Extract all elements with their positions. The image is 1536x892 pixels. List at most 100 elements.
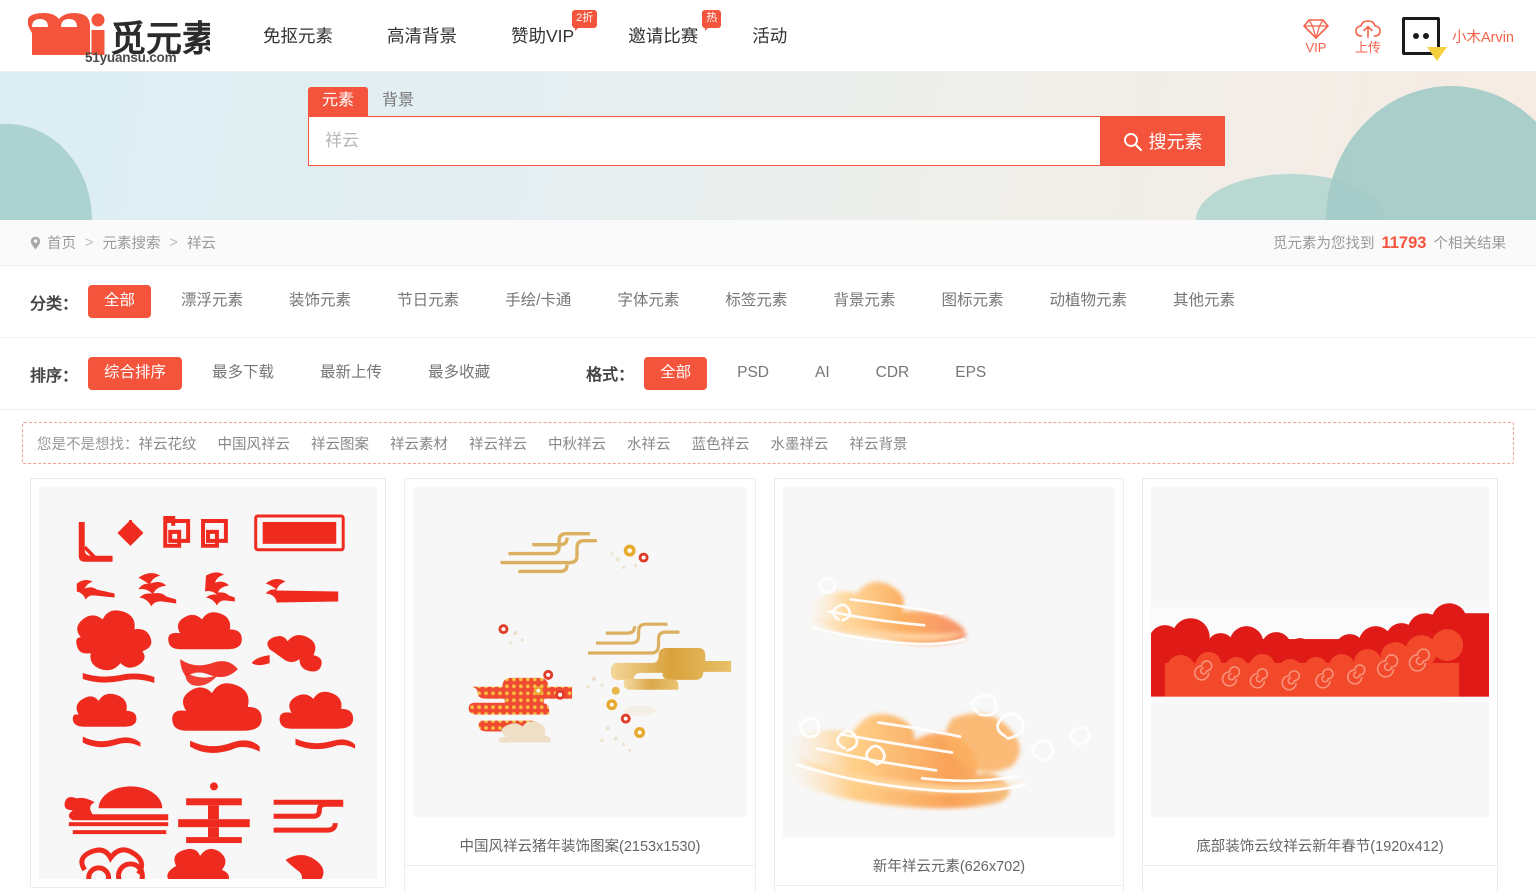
breadcrumb-current: 祥云 — [186, 236, 216, 252]
location-pin-icon — [30, 236, 41, 249]
user-account[interactable]: 小木Arvin — [1401, 17, 1514, 61]
upload-button[interactable]: 上传 — [1342, 19, 1394, 54]
format-option-cdr[interactable]: CDR — [860, 357, 926, 389]
nav-item-2[interactable]: 赞助VIP 2折 — [484, 0, 601, 72]
diamond-icon — [1302, 18, 1329, 39]
avatar[interactable] — [1401, 17, 1447, 61]
gold-red-cloud-image — [413, 487, 747, 817]
category-option-background[interactable]: 背景元素 — [817, 285, 911, 317]
format-option-all[interactable]: 全部 — [644, 357, 708, 390]
category-option-label: 装饰元素 — [289, 292, 352, 310]
result-thumbnail[interactable] — [413, 487, 747, 817]
sort-filter-options: 综合排序 最多下载 最新上传 最多收藏 — [88, 357, 520, 390]
search-tab-element[interactable]: 元素 — [308, 87, 369, 116]
format-option-eps[interactable]: EPS — [939, 357, 1002, 389]
nav-item-label: 邀请比赛 — [628, 25, 699, 46]
result-thumbnail[interactable] — [783, 487, 1115, 837]
search-submit-button[interactable]: 搜元素 — [1100, 116, 1225, 166]
category-option-label: 标签元素 — [725, 292, 788, 310]
avatar-eye-right — [1422, 33, 1429, 39]
search-tab-background[interactable]: 背景 — [368, 87, 428, 116]
category-option-festival[interactable]: 节日元素 — [381, 285, 475, 317]
category-option-icon[interactable]: 图标元素 — [925, 285, 1019, 317]
search-type-tabs: 元素 背景 — [308, 72, 1225, 116]
suggestions-bar: 您是不是想找： 祥云花纹 中国风祥云 祥云图案 祥云素材 祥云祥云 中秋祥云 水… — [22, 422, 1514, 464]
category-option-font[interactable]: 字体元素 — [601, 285, 695, 317]
format-filter-options: 全部 PSD AI CDR EPS — [644, 357, 1016, 390]
suggestion-5[interactable]: 中秋祥云 — [548, 433, 606, 454]
search-input-row: 搜元素 — [308, 116, 1225, 166]
nav-item-label: 赞助VIP — [511, 25, 575, 46]
nav-badge-discount: 2折 — [572, 9, 598, 31]
search-tab-label: 背景 — [382, 92, 415, 109]
suggestion-7[interactable]: 蓝色祥云 — [692, 433, 750, 454]
category-option-label: 背景元素 — [833, 292, 896, 310]
category-option-handdrawn[interactable]: 手绘/卡通 — [489, 285, 587, 317]
category-option-label-element[interactable]: 标签元素 — [709, 285, 803, 317]
suggestion-3[interactable]: 祥云素材 — [390, 433, 448, 454]
sort-option-comprehensive[interactable]: 综合排序 — [88, 357, 183, 390]
sort-format-filter-row: 排序： 综合排序 最多下载 最新上传 最多收藏 格式： 全部 PSD AI CD… — [0, 338, 1536, 410]
search-block: 元素 背景 搜元素 — [308, 72, 1225, 166]
result-card[interactable]: 中国风祥云猪年装饰图案(2153x1530) — [404, 478, 756, 892]
nav-item-label: 免抠元素 — [263, 25, 333, 46]
nav-item-1[interactable]: 高清背景 — [360, 0, 484, 72]
category-option-label: 漂浮元素 — [181, 292, 244, 310]
site-logo[interactable]: 觅元素 51yuansu.com — [28, 8, 210, 65]
nav-item-3[interactable]: 邀请比赛 热 — [601, 0, 725, 72]
category-option-label: 图标元素 — [941, 292, 1004, 310]
nav-item-label: 活动 — [752, 25, 788, 46]
result-card[interactable]: 底部装饰云纹祥云新年春节(1920x412) — [1142, 478, 1498, 892]
primary-nav-items: 免抠元素 高清背景 赞助VIP 2折 邀请比赛 热 活动 — [236, 0, 814, 72]
red-chinese-cloud-set-image — [39, 488, 377, 879]
category-option-other[interactable]: 其他元素 — [1157, 285, 1251, 317]
format-option-label: AI — [814, 364, 830, 382]
result-card[interactable]: 新年祥云元素(626x702) — [774, 478, 1124, 892]
result-card-title: 新年祥云元素(626x702) — [775, 845, 1123, 886]
suggestion-2[interactable]: 祥云图案 — [311, 433, 369, 454]
result-card-title: 中国风祥云猪年装饰图案(2153x1530) — [405, 825, 755, 866]
suggestion-1[interactable]: 中国风祥云 — [218, 433, 291, 454]
result-thumbnail[interactable] — [1151, 487, 1489, 817]
category-option-all[interactable]: 全部 — [88, 285, 152, 318]
format-option-label: PSD — [737, 364, 769, 382]
result-card-title: 底部装饰云纹祥云新年春节(1920x412) — [1143, 825, 1497, 866]
format-filter-group: 格式： 全部 PSD AI CDR EPS — [586, 357, 1016, 390]
breadcrumb-home[interactable]: 首页 — [47, 232, 76, 253]
format-option-psd[interactable]: PSD — [721, 357, 785, 389]
search-tab-label: 元素 — [322, 92, 355, 109]
result-count-prefix: 觅元素为您找到 — [1272, 236, 1375, 252]
category-option-floating[interactable]: 漂浮元素 — [165, 285, 259, 317]
suggestion-8[interactable]: 水墨祥云 — [771, 433, 829, 454]
category-option-label: 字体元素 — [617, 292, 680, 310]
format-option-label: CDR — [875, 364, 910, 382]
category-filter-row: 分类： 全部 漂浮元素 装饰元素 节日元素 手绘/卡通 字体元素 标签元素 背景… — [0, 266, 1536, 338]
category-filter-label: 分类： — [30, 295, 79, 313]
result-card-meta — [775, 886, 1123, 892]
suggestion-6[interactable]: 水祥云 — [627, 433, 671, 454]
result-thumbnail[interactable] — [39, 487, 377, 879]
category-option-animal-plant[interactable]: 动植物元素 — [1033, 285, 1143, 317]
sort-option-most-favorited[interactable]: 最多收藏 — [412, 357, 506, 389]
format-option-label: 全部 — [660, 364, 692, 382]
sort-option-label: 综合排序 — [104, 364, 167, 382]
sort-option-newest[interactable]: 最新上传 — [304, 357, 398, 389]
nav-item-0[interactable]: 免抠元素 — [236, 0, 360, 72]
breadcrumb-section[interactable]: 元素搜索 — [102, 232, 160, 253]
category-filter-options: 全部 漂浮元素 装饰元素 节日元素 手绘/卡通 字体元素 标签元素 背景元素 图… — [88, 285, 1265, 318]
suggestion-0[interactable]: 祥云花纹 — [139, 433, 197, 454]
sort-option-most-downloaded[interactable]: 最多下载 — [196, 357, 290, 389]
result-card[interactable] — [30, 478, 386, 888]
upload-cloud-icon — [1355, 19, 1381, 38]
vip-button[interactable]: VIP — [1290, 18, 1342, 54]
breadcrumb-separator-2: > — [169, 234, 178, 251]
format-option-ai[interactable]: AI — [799, 357, 846, 389]
top-navigation-bar: 觅元素 51yuansu.com 免抠元素 高清背景 赞助VIP 2折 邀请比赛… — [0, 0, 1536, 72]
upload-label: 上传 — [1354, 39, 1381, 55]
sort-option-label: 最新上传 — [320, 364, 383, 382]
suggestion-9[interactable]: 祥云背景 — [850, 433, 908, 454]
search-input[interactable] — [308, 116, 1100, 166]
nav-item-4[interactable]: 活动 — [725, 0, 814, 72]
category-option-decoration[interactable]: 装饰元素 — [273, 285, 367, 317]
suggestion-4[interactable]: 祥云祥云 — [469, 433, 527, 454]
